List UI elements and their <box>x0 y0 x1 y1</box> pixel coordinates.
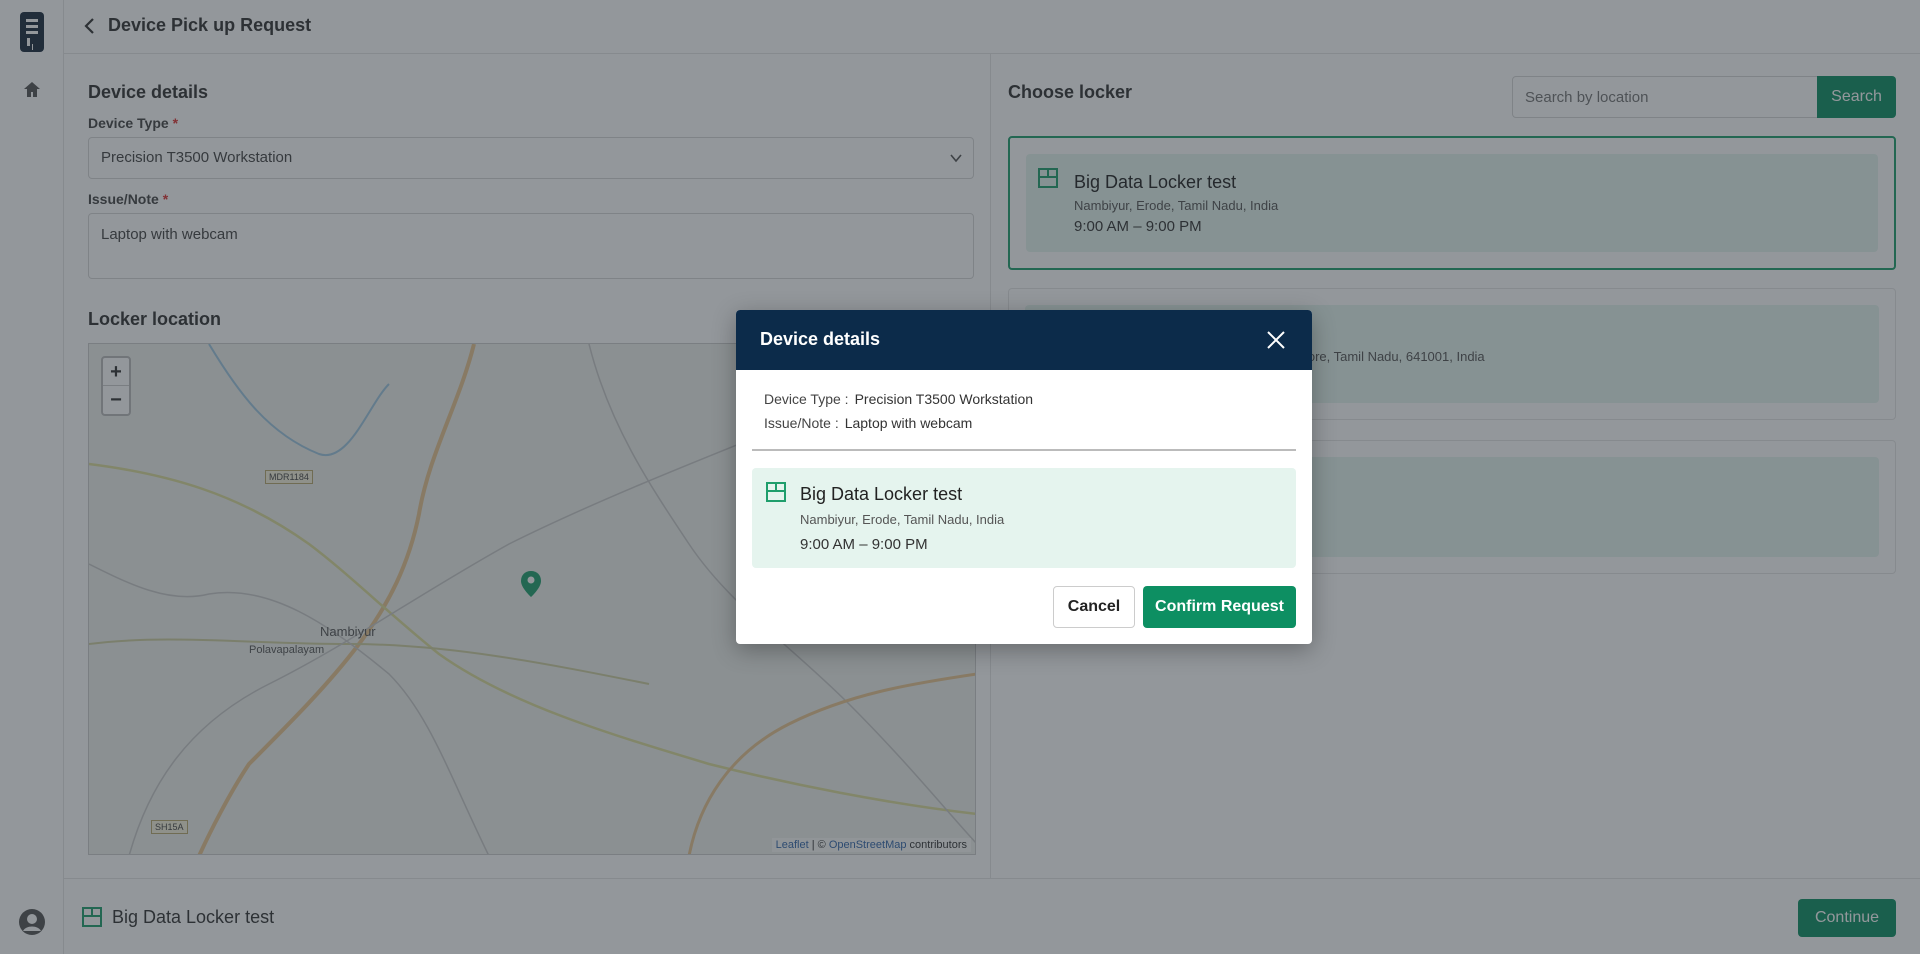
modal-locker-hours: 9:00 AM – 9:00 PM <box>800 536 928 553</box>
modal-issue-value: Laptop with webcam <box>844 415 973 431</box>
modal-device-type-row: Device Type : Precision T3500 Workstation <box>764 391 1033 407</box>
modal-device-type-label: Device Type : <box>764 391 849 407</box>
modal-issue-label: Issue/Note : <box>764 415 839 431</box>
locker-icon <box>766 482 786 502</box>
modal-locker-card: Big Data Locker test Nambiyur, Erode, Ta… <box>752 468 1296 568</box>
device-details-modal: Device details Device Type : Precision T3… <box>736 310 1312 644</box>
modal-locker-name: Big Data Locker test <box>800 484 963 504</box>
close-icon[interactable] <box>1266 330 1286 350</box>
modal-locker-address: Nambiyur, Erode, Tamil Nadu, India <box>800 512 1005 527</box>
modal-device-type-value: Precision T3500 Workstation <box>854 391 1034 407</box>
cancel-button[interactable]: Cancel <box>1053 586 1135 628</box>
modal-divider <box>752 449 1296 451</box>
modal-title: Device details <box>760 329 881 349</box>
modal-header: Device details <box>736 310 1312 370</box>
modal-issue-row: Issue/Note : Laptop with webcam <box>764 415 972 431</box>
confirm-request-button[interactable]: Confirm Request <box>1143 586 1296 628</box>
